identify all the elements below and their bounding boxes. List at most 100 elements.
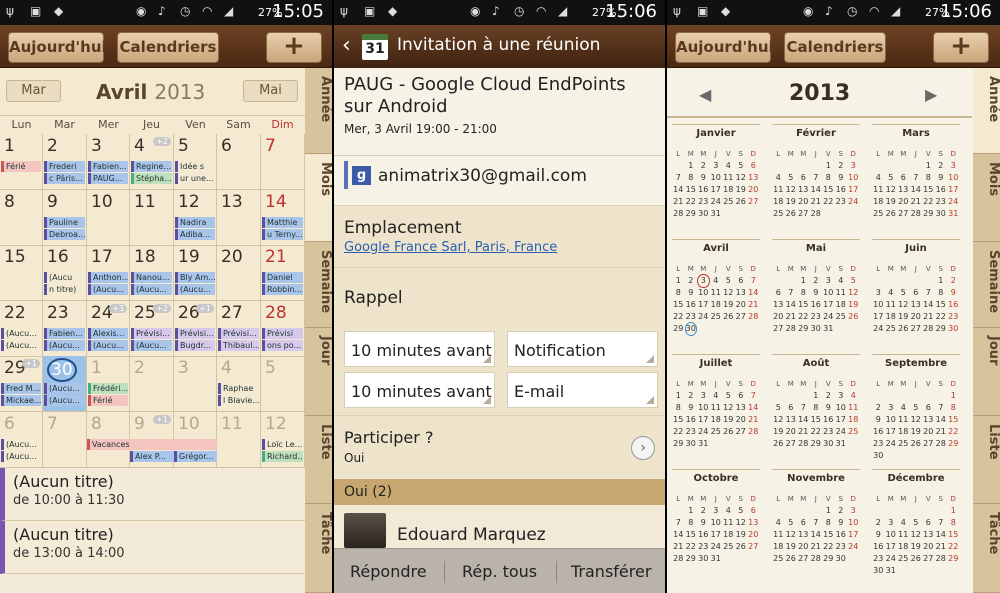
day-cell[interactable]: 3 Fabien... PAUG... <box>87 134 130 190</box>
mini-day[interactable]: 27 <box>922 438 935 450</box>
event-chip[interactable]: ons po... <box>262 339 303 351</box>
mini-day[interactable]: 26 <box>772 438 785 450</box>
event-chip[interactable]: Nadira <box>175 216 215 228</box>
tab-month[interactable]: Mois <box>973 154 1000 242</box>
event-chip[interactable]: Stépha... <box>131 173 172 184</box>
reminder-time-select[interactable]: 10 minutes avant <box>344 331 495 367</box>
day-cell[interactable]: 26 +1 Prévisi... Bugdr... <box>174 300 217 357</box>
mini-month[interactable]: Décembre L M M J V S D 1 2 3 4 5 6 7 8 9 10 11 12 13 14 15 16 1… <box>872 469 960 575</box>
mini-day[interactable]: 30 <box>685 438 698 450</box>
day-cell[interactable]: 27 Prévisi... Thibaul... <box>217 300 261 357</box>
event-chip[interactable]: Pauline <box>44 216 85 228</box>
mini-day[interactable]: 31 <box>835 438 848 450</box>
day-cell[interactable]: 6 <box>217 134 261 190</box>
tab-year[interactable]: Année <box>973 68 1000 154</box>
mini-month[interactable]: Janvier L M M J V S D 1 2 3 4 5 6 7 8 9 10 11 12 13 14 15 16 17… <box>672 124 760 220</box>
event-chip[interactable]: (Aucu... <box>1 439 41 450</box>
mini-day[interactable]: 28 <box>935 438 948 450</box>
day-cell[interactable]: 6 (Aucu... (Aucu... <box>0 412 43 468</box>
mini-day[interactable]: 26 <box>722 426 735 438</box>
mini-day[interactable]: 31 <box>947 208 960 220</box>
mini-month[interactable]: Juillet L M M J V S D 1 2 3 4 5 6 7 8 9 10 11 12 13 14 15 16 17 1… <box>672 354 760 450</box>
day-cell[interactable]: 1 Férié <box>0 134 43 190</box>
mini-day[interactable]: 27 <box>897 208 910 220</box>
mini-day[interactable]: 24 <box>872 323 885 335</box>
mini-day[interactable]: 25 <box>897 438 910 450</box>
mini-day[interactable]: 31 <box>822 323 835 335</box>
event-chip[interactable]: Prévisi... <box>131 327 172 339</box>
day-cell[interactable]: 24 +3 Alexis... (Aucu... <box>87 300 130 357</box>
event-chip[interactable]: (Aucu... <box>1 451 41 462</box>
mini-day[interactable]: 27 <box>772 323 785 335</box>
mini-day[interactable]: 29 <box>935 323 948 335</box>
mini-day[interactable]: 25 <box>847 426 860 438</box>
calendars-button[interactable]: Calendriers <box>117 32 219 63</box>
day-cell[interactable]: 8 <box>0 189 43 246</box>
mini-day[interactable]: 29 <box>822 553 835 565</box>
mini-day[interactable]: 26 <box>885 208 898 220</box>
day-cell[interactable]: 12 Nadira Adiba... <box>174 189 217 246</box>
mini-day[interactable]: 23 <box>835 196 848 208</box>
event-chip[interactable]: Daniel <box>262 272 303 284</box>
mini-day[interactable]: 26 <box>910 553 923 565</box>
mini-day[interactable]: 28 <box>935 553 948 565</box>
mini-day[interactable]: 25 <box>710 311 723 323</box>
event-chip[interactable]: n titre) <box>44 284 85 296</box>
event-chip[interactable]: (Aucu... <box>44 395 85 407</box>
day-cell[interactable]: 7 <box>261 134 305 190</box>
mini-day[interactable]: 25 <box>722 541 735 553</box>
mini-day[interactable]: 31 <box>697 438 710 450</box>
attendee-row[interactable]: Edouard Marquez <box>334 505 665 548</box>
event-chip[interactable]: Nanou... <box>131 272 172 284</box>
mini-day[interactable]: 25 <box>885 323 898 335</box>
mini-day[interactable]: 29 <box>685 208 698 220</box>
event-chip[interactable]: Alexis... <box>88 327 128 339</box>
day-cell[interactable]: 19 Bly Am... (Aucu... <box>174 245 217 302</box>
chevron-right-icon[interactable]: › <box>631 436 655 460</box>
today-button[interactable]: Aujourd'hui <box>675 32 774 63</box>
mini-day[interactable]: 24 <box>847 541 860 553</box>
tab-task[interactable]: Tâche <box>305 504 332 593</box>
reminder-type-select[interactable]: Notification <box>507 331 658 367</box>
mini-day[interactable]: 28 <box>810 208 823 220</box>
mini-month[interactable]: Novembre L M M J V S D 1 2 3 4 5 6 7 8 9 10 11 12 13 14 15 16 1… <box>772 469 860 565</box>
mini-day[interactable]: 22 <box>822 196 835 208</box>
mini-day[interactable]: 30 <box>835 553 848 565</box>
tab-week[interactable]: Semaine <box>973 242 1000 328</box>
reminder-time-select[interactable]: 10 minutes avant <box>344 372 495 408</box>
event-chip[interactable]: Mickae... <box>1 395 41 407</box>
mini-month[interactable]: Octobre L M M J V S D 1 2 3 4 5 6 7 8 9 10 11 12 13 14 15 16 17… <box>672 469 760 565</box>
next-month-button[interactable]: Mai <box>243 80 298 102</box>
mini-month[interactable]: Juin L M M J V S D 1 2 3 4 5 6 7 8 9 10 11 12 13 14 15 16 17 18 1… <box>872 239 960 335</box>
event-chip[interactable]: Vacances <box>87 439 217 450</box>
mini-day[interactable]: 26 <box>910 438 923 450</box>
mini-day[interactable]: 25 <box>872 208 885 220</box>
mini-day[interactable]: 30 <box>872 565 885 577</box>
event-chip[interactable]: (Aucu... <box>44 339 85 351</box>
event-chip[interactable]: (Aucu... <box>88 339 128 351</box>
event-chip[interactable]: (Aucu... <box>88 284 128 296</box>
tab-task[interactable]: Tâche <box>973 504 1000 593</box>
mini-day[interactable]: 27 <box>735 426 748 438</box>
tab-day[interactable]: Jour <box>305 328 332 416</box>
mini-day[interactable]: 26 <box>785 208 798 220</box>
mini-day[interactable]: 25 <box>897 553 910 565</box>
event-chip[interactable]: Raphae <box>218 383 259 395</box>
mini-day[interactable]: 30 <box>697 553 710 565</box>
event-chip[interactable]: (Aucu... <box>1 339 41 351</box>
mini-day[interactable]: 27 <box>747 196 760 208</box>
mini-day[interactable]: 29 <box>947 553 960 565</box>
event-chip[interactable]: Regine... <box>131 161 172 172</box>
mini-day[interactable]: 27 <box>747 541 760 553</box>
tab-day[interactable]: Jour <box>973 328 1000 416</box>
day-cell[interactable]: 20 <box>217 245 261 302</box>
day-cell[interactable]: 9 Pauline Debroa... <box>43 189 87 246</box>
event-chip[interactable]: Richard... <box>262 451 303 462</box>
mini-day[interactable]: 27 <box>735 311 748 323</box>
mini-day[interactable]: 30 <box>697 208 710 220</box>
event-chip[interactable]: Fabien... <box>88 161 128 172</box>
agenda-item[interactable]: (Aucun titre) de 13:00 à 14:00 <box>0 521 305 574</box>
event-chip[interactable]: PAUG... <box>88 173 128 184</box>
event-chip[interactable]: Debroa... <box>44 228 85 240</box>
day-cell[interactable]: 29 +1 Fred M... Mickae... <box>0 356 43 413</box>
